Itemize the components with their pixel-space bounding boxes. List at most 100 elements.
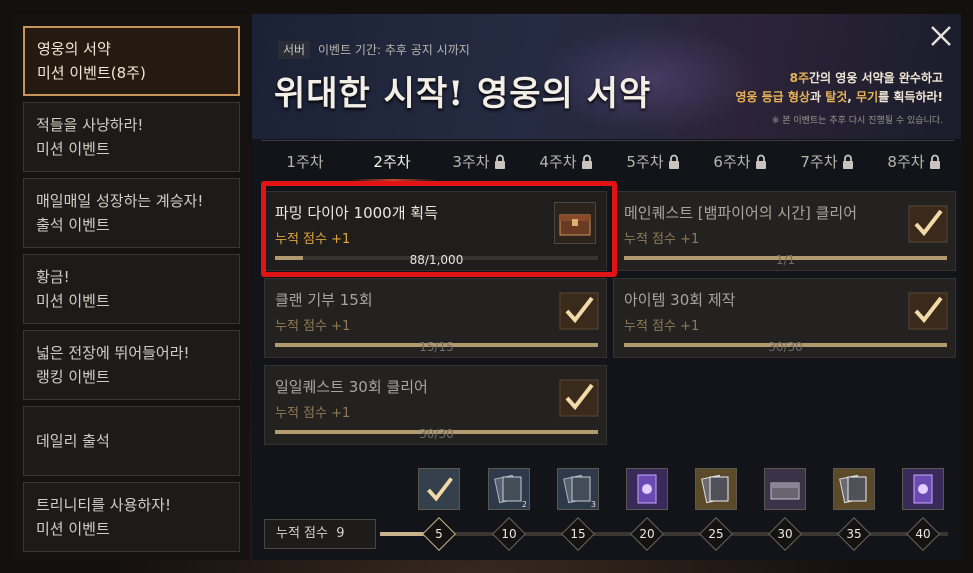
tab-week-1[interactable]: 1주차 <box>262 151 348 172</box>
tab-label: 2주차 <box>373 153 411 171</box>
mission-score: 누적 점수 +1 <box>275 319 351 334</box>
purple-card-icon <box>637 474 657 504</box>
mission-card[interactable]: 메인퀘스트 [뱀파이어의 시간] 클리어 누적 점수 +1 1/1 <box>613 191 956 271</box>
mission-card[interactable]: 일일퀘스트 30회 클리어 누적 점수 +1 30/30 <box>264 365 607 445</box>
milestone-label: 35 <box>846 527 862 541</box>
event-sidebar: 영웅의 서약 미션 이벤트(8주) 적들을 사냥하라! 미션 이벤트 매일매일 … <box>14 14 250 560</box>
tab-week-6[interactable]: 6주차 <box>697 151 783 172</box>
sidebar-item-title: 넓은 전장에 뛰어들어라! <box>36 344 190 362</box>
desc-text: 를 획득하라! <box>878 90 943 104</box>
tab-week-8[interactable]: 8주차 <box>871 151 957 172</box>
cumulative-score: 누적 점수 9 <box>264 519 376 549</box>
lock-icon <box>494 154 505 169</box>
week-tabs: 1주차 2주차 3주차 4주차 5주차 6주차 7주차 8주차 <box>262 140 954 183</box>
mission-progress-text: 15/15 <box>419 340 454 354</box>
desc-hero-form: 영웅 등급 형상 <box>735 90 810 104</box>
sidebar-item-daily-attendance[interactable]: 데일리 출석 <box>23 406 240 476</box>
sidebar-item-battlefield[interactable]: 넓은 전장에 뛰어들어라! 랭킹 이벤트 <box>23 330 240 400</box>
mission-card[interactable]: 클랜 기부 15회 누적 점수 +1 15/15 <box>264 278 607 358</box>
sidebar-item-subtitle: 미션 이벤트(8주) <box>37 64 146 82</box>
mission-progress-text: 1/1 <box>775 253 796 267</box>
lock-icon <box>755 154 766 169</box>
reward-item-purple-card[interactable] <box>626 468 668 510</box>
mission-title: 메인퀘스트 [뱀파이어의 시간] 클리어 <box>624 204 858 222</box>
card-pack-icon <box>839 474 867 504</box>
sidebar-item-title: 매일매일 성장하는 계승자! <box>36 192 204 210</box>
tab-week-3[interactable]: 3주차 <box>436 151 522 172</box>
event-banner: 서버 이벤트 기간: 추후 공지 시까지 위대한 시작! 영웅의 서약 8주간의… <box>252 14 961 139</box>
sidebar-item-trinity[interactable]: 트리니티를 사용하자! 미션 이벤트 <box>23 482 240 552</box>
mission-title: 일일퀘스트 30회 클리어 <box>275 378 428 396</box>
sidebar-item-title: 영웅의 서약 <box>37 40 111 58</box>
tab-label: 5주차 <box>626 153 664 171</box>
sidebar-item-daily-growth[interactable]: 매일매일 성장하는 계승자! 출석 이벤트 <box>23 178 240 248</box>
desc-weapon: 무기 <box>856 90 879 104</box>
milestone-label: 15 <box>570 527 586 541</box>
sidebar-item-title: 황금! <box>36 268 70 286</box>
lock-icon <box>581 154 592 169</box>
reward-item-purple-card[interactable] <box>902 468 944 510</box>
tab-week-5[interactable]: 5주차 <box>610 151 696 172</box>
close-icon[interactable] <box>927 22 955 50</box>
sidebar-item-subtitle: 출석 이벤트 <box>36 216 110 234</box>
desc-text: 과 <box>809 90 826 104</box>
desc-weeks: 8주 <box>789 71 810 85</box>
lock-icon <box>929 154 940 169</box>
sidebar-item-subtitle: 미션 이벤트 <box>36 292 110 310</box>
tab-week-2[interactable]: 2주차 <box>349 151 435 172</box>
tab-week-4[interactable]: 4주차 <box>523 151 609 172</box>
reward-item-cards[interactable]: 3 <box>557 468 599 510</box>
checkmark-icon <box>908 292 948 330</box>
sidebar-item-title: 트리니티를 사용하자! <box>36 496 171 514</box>
desc-text: 간의 영웅 서약을 완수하고 <box>809 71 943 85</box>
event-title: 위대한 시작! 영웅의 서약 <box>274 74 652 114</box>
mission-card[interactable]: 아이템 30회 제작 누적 점수 +1 30/30 <box>613 278 956 358</box>
mission-score: 누적 점수 +1 <box>624 319 700 334</box>
checkmark-icon <box>559 379 599 417</box>
tab-label: 6주차 <box>713 153 751 171</box>
event-notice: ※ 본 이벤트는 추후 다시 진행될 수 있습니다. <box>771 116 943 126</box>
tab-label: 8주차 <box>887 153 925 171</box>
desc-text: , <box>847 90 857 104</box>
sidebar-item-heroes-oath[interactable]: 영웅의 서약 미션 이벤트(8주) <box>23 26 240 96</box>
reward-item-claimed[interactable] <box>418 468 460 510</box>
mission-title: 아이템 30회 제작 <box>624 291 736 309</box>
selected-mission-highlight <box>261 181 617 277</box>
sidebar-item-subtitle: 랭킹 이벤트 <box>36 368 110 386</box>
mission-score: 누적 점수 +1 <box>275 406 351 421</box>
server-tag: 서버 <box>278 41 311 59</box>
reward-count: 2 <box>521 500 527 509</box>
sidebar-item-title: 적들을 사냥하라! <box>36 116 144 134</box>
lock-icon <box>842 154 853 169</box>
milestone-label: 20 <box>639 527 655 541</box>
desc-mount: 탈것 <box>825 90 848 104</box>
score-value: 9 <box>336 526 345 541</box>
sidebar-item-title: 데일리 출석 <box>36 432 110 450</box>
tab-label: 3주차 <box>452 153 490 171</box>
milestone-label: 25 <box>708 527 724 541</box>
sidebar-item-gold[interactable]: 황금! 미션 이벤트 <box>23 254 240 324</box>
sidebar-item-hunt-enemies[interactable]: 적들을 사냥하라! 미션 이벤트 <box>23 102 240 172</box>
reward-item-gold-cards[interactable] <box>695 468 737 510</box>
card-pack-icon <box>701 474 729 504</box>
mission-score: 누적 점수 +1 <box>624 232 700 247</box>
purple-card-icon <box>913 474 933 504</box>
mission-progress-text: 30/30 <box>419 427 454 441</box>
event-description: 8주간의 영웅 서약을 완수하고 영웅 등급 형상과 탈것, 무기를 획득하라! <box>735 69 943 107</box>
lock-icon <box>668 154 679 169</box>
milestone-label: 10 <box>501 527 517 541</box>
checkmark-icon <box>908 205 948 243</box>
reward-item-cards[interactable]: 2 <box>488 468 530 510</box>
sidebar-item-subtitle: 미션 이벤트 <box>36 140 110 158</box>
reward-count: 3 <box>590 500 596 509</box>
checkmark-icon <box>427 477 453 502</box>
tab-label: 7주차 <box>800 153 838 171</box>
sidebar-item-subtitle: 미션 이벤트 <box>36 520 110 538</box>
tab-week-7[interactable]: 7주차 <box>784 151 870 172</box>
mission-progress-text: 30/30 <box>768 340 803 354</box>
milestone-label: 30 <box>777 527 793 541</box>
reward-item-gold-cards[interactable] <box>833 468 875 510</box>
milestone-label: 40 <box>915 527 931 541</box>
reward-item-chest[interactable] <box>764 468 806 510</box>
tab-label: 4주차 <box>539 153 577 171</box>
